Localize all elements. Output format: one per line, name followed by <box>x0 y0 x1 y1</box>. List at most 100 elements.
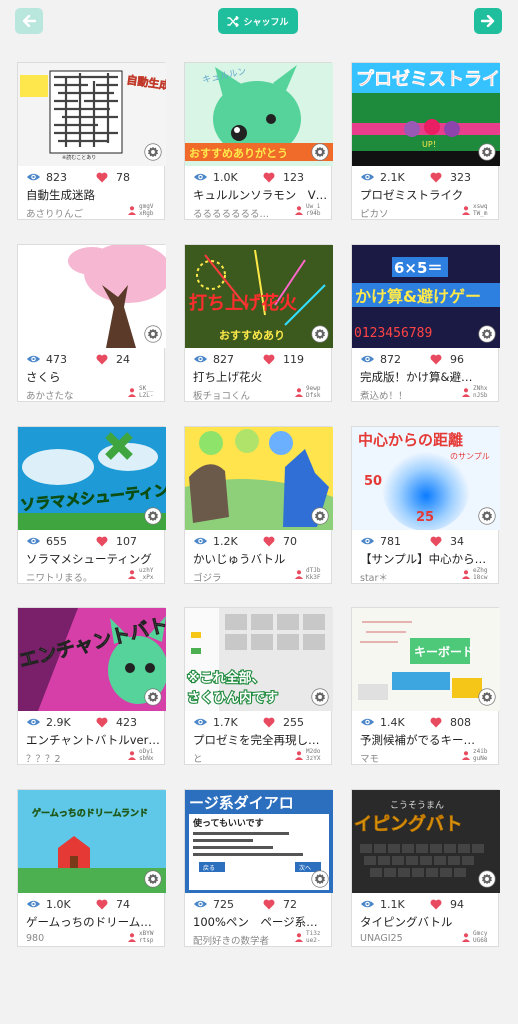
heart-icon[interactable] <box>430 354 442 365</box>
work-card[interactable]: エンチャントバトル 2.9K 423 エンチャントバトルver… ？？？2 oD… <box>17 607 166 765</box>
gear-icon[interactable] <box>478 325 496 343</box>
heart-icon[interactable] <box>263 172 275 183</box>
heart-icon[interactable] <box>263 536 275 547</box>
author-name[interactable]: あかさたな <box>26 388 126 402</box>
work-title[interactable]: 予測候補がでるキー… <box>360 732 494 748</box>
work-card[interactable]: ※これ全部、 さくひん内です 1.7K 255 プロゼミを完全再現し… と M2… <box>184 607 333 765</box>
thumbnail[interactable]: ※これ全部、 さくひん内です <box>185 608 333 711</box>
work-title[interactable]: 打ち上げ花火 <box>193 369 327 385</box>
work-card[interactable]: ージ系ダイアロ 使ってもいいです 戻る 次へ 725 72 100%ペン ページ… <box>184 789 333 947</box>
author-name[interactable]: star＊ <box>360 570 460 584</box>
work-title[interactable]: さくら <box>26 369 160 385</box>
thumbnail[interactable]: 打ち上げ花火 おすすめあり <box>185 245 333 348</box>
gear-icon[interactable] <box>144 688 162 706</box>
thumbnail[interactable]: ソラマメシューティング <box>18 427 166 530</box>
thumbnail[interactable]: プロゼミストライク UP！ <box>352 63 500 166</box>
heart-icon[interactable] <box>430 536 442 547</box>
author-name[interactable]: 煮込め！！ <box>360 388 460 402</box>
thumbnail[interactable]: 6×5＝ かけ算&避けゲー 0123456789 <box>352 245 500 348</box>
work-title[interactable]: かいじゅうバトル <box>193 551 327 567</box>
thumbnail[interactable]: 自動生成迷路 ※読むことあり <box>18 63 166 166</box>
gear-icon[interactable] <box>144 870 162 888</box>
author-id[interactable]: Ti3z ue2- <box>295 930 326 944</box>
work-card[interactable]: ソラマメシューティング 655 107 ソラマメシューティング ニワトリまる。 … <box>17 426 166 584</box>
author-name[interactable]: と <box>193 751 293 765</box>
author-name[interactable]: マモ <box>360 751 460 765</box>
work-title[interactable]: ソラマメシューティング <box>26 551 160 567</box>
work-card[interactable]: 打ち上げ花火 おすすめあり 827 119 打ち上げ花火 板チョコくん 9ewp… <box>184 244 333 402</box>
work-title[interactable]: 自動生成迷路 <box>26 187 160 203</box>
work-card[interactable]: キーボード 1.4K 808 予測候補がでるキー… マモ z4ib guNe <box>351 607 500 765</box>
author-id[interactable]: ZNhx nJSb <box>462 385 493 399</box>
thumbnail[interactable]: エンチャントバトル <box>18 608 166 711</box>
work-card[interactable]: プロゼミストライク UP！ 2.1K 323 プロゼミストライク ピカソ xsw… <box>351 62 500 220</box>
gear-icon[interactable] <box>311 870 329 888</box>
author-id[interactable]: xswq TW_m <box>462 203 493 217</box>
work-title[interactable]: ゲームっちのドリーム… <box>26 914 160 930</box>
thumbnail[interactable]: こうそうまん イピングバト <box>352 790 500 893</box>
author-name[interactable]: あさりりんご <box>26 206 126 220</box>
gear-icon[interactable] <box>478 143 496 161</box>
gear-icon[interactable] <box>478 507 496 525</box>
author-name[interactable]: ニワトリまる。 <box>26 570 126 584</box>
author-id[interactable]: M2do 3zYX <box>295 748 326 762</box>
work-title[interactable]: キュルルンソラモン V… <box>193 187 327 203</box>
heart-icon[interactable] <box>96 172 108 183</box>
author-id[interactable]: gmgV xRgb <box>128 203 159 217</box>
work-title[interactable]: プロゼミを完全再現し… <box>193 732 327 748</box>
thumbnail[interactable]: キュルルン おすすめありがとう <box>185 63 333 166</box>
work-title[interactable]: 【サンプル】中心から… <box>360 551 494 567</box>
shuffle-button[interactable]: シャッフル <box>218 8 298 34</box>
author-name[interactable]: るるるるるるる… <box>193 206 293 220</box>
thumbnail[interactable]: 中心からの距離 のサンプル 50 25 <box>352 427 500 530</box>
heart-icon[interactable] <box>263 899 275 910</box>
gear-icon[interactable] <box>144 325 162 343</box>
heart-icon[interactable] <box>96 717 108 728</box>
thumbnail[interactable]: ゲームっちのドリームランド <box>18 790 166 893</box>
work-title[interactable]: 100%ペン ページ系… <box>193 914 327 930</box>
work-card[interactable]: こうそうまん イピングバト 1.1K 94 タイピングバトル UNAGI25 G… <box>351 789 500 947</box>
heart-icon[interactable] <box>96 536 108 547</box>
work-title[interactable]: エンチャントバトルver… <box>26 732 160 748</box>
heart-icon[interactable] <box>96 354 108 365</box>
author-id[interactable]: 9ewp Dfsk <box>295 385 326 399</box>
author-id[interactable]: SK__ LZL- <box>128 385 159 399</box>
author-name[interactable]: ？？？2 <box>26 751 126 765</box>
work-card[interactable]: 1.2K 70 かいじゅうバトル ゴジラ dTJb Kk3F <box>184 426 333 584</box>
gear-icon[interactable] <box>311 325 329 343</box>
heart-icon[interactable] <box>263 717 275 728</box>
author-id[interactable]: eZhg 18cw <box>462 567 493 581</box>
author-id[interactable]: xBYW rtsp <box>128 930 159 944</box>
gear-icon[interactable] <box>311 688 329 706</box>
author-id[interactable]: z4ib guNe <box>462 748 493 762</box>
heart-icon[interactable] <box>430 899 442 910</box>
gear-icon[interactable] <box>144 143 162 161</box>
author-name[interactable]: 980 <box>26 933 126 944</box>
previous-page-button[interactable] <box>15 8 43 34</box>
author-id[interactable]: Uw_i r94b <box>295 203 326 217</box>
author-name[interactable]: ゴジラ <box>193 570 293 584</box>
gear-icon[interactable] <box>144 507 162 525</box>
gear-icon[interactable] <box>478 688 496 706</box>
author-id[interactable]: oDyi sbNx <box>128 748 159 762</box>
author-name[interactable]: 板チョコくん <box>193 388 293 402</box>
gear-icon[interactable] <box>311 143 329 161</box>
author-name[interactable]: UNAGI25 <box>360 933 460 944</box>
heart-icon[interactable] <box>430 717 442 728</box>
thumbnail[interactable] <box>185 427 333 530</box>
work-card[interactable]: 6×5＝ かけ算&避けゲー 0123456789 872 96 完成版！かけ算&… <box>351 244 500 402</box>
work-card[interactable]: キュルルン おすすめありがとう 1.0K 123 キュルルンソラモン V… るる… <box>184 62 333 220</box>
heart-icon[interactable] <box>96 899 108 910</box>
thumbnail[interactable]: キーボード <box>352 608 500 711</box>
work-card[interactable]: ゲームっちのドリームランド 1.0K 74 ゲームっちのドリーム… 980 xB… <box>17 789 166 947</box>
author-id[interactable]: Gmcy UG68 <box>462 930 493 944</box>
heart-icon[interactable] <box>430 172 442 183</box>
work-card[interactable]: 自動生成迷路 ※読むことあり 823 78 自動生成迷路 あさりりんご gmgV… <box>17 62 166 220</box>
gear-icon[interactable] <box>311 507 329 525</box>
author-id[interactable]: dTJb Kk3F <box>295 567 326 581</box>
work-card[interactable]: 473 24 さくら あかさたな SK__ LZL- <box>17 244 166 402</box>
thumbnail[interactable]: ージ系ダイアロ 使ってもいいです 戻る 次へ <box>185 790 333 893</box>
author-name[interactable]: 配列好きの数学者 <box>193 933 293 947</box>
work-title[interactable]: プロゼミストライク <box>360 187 494 203</box>
next-page-button[interactable] <box>474 8 502 34</box>
